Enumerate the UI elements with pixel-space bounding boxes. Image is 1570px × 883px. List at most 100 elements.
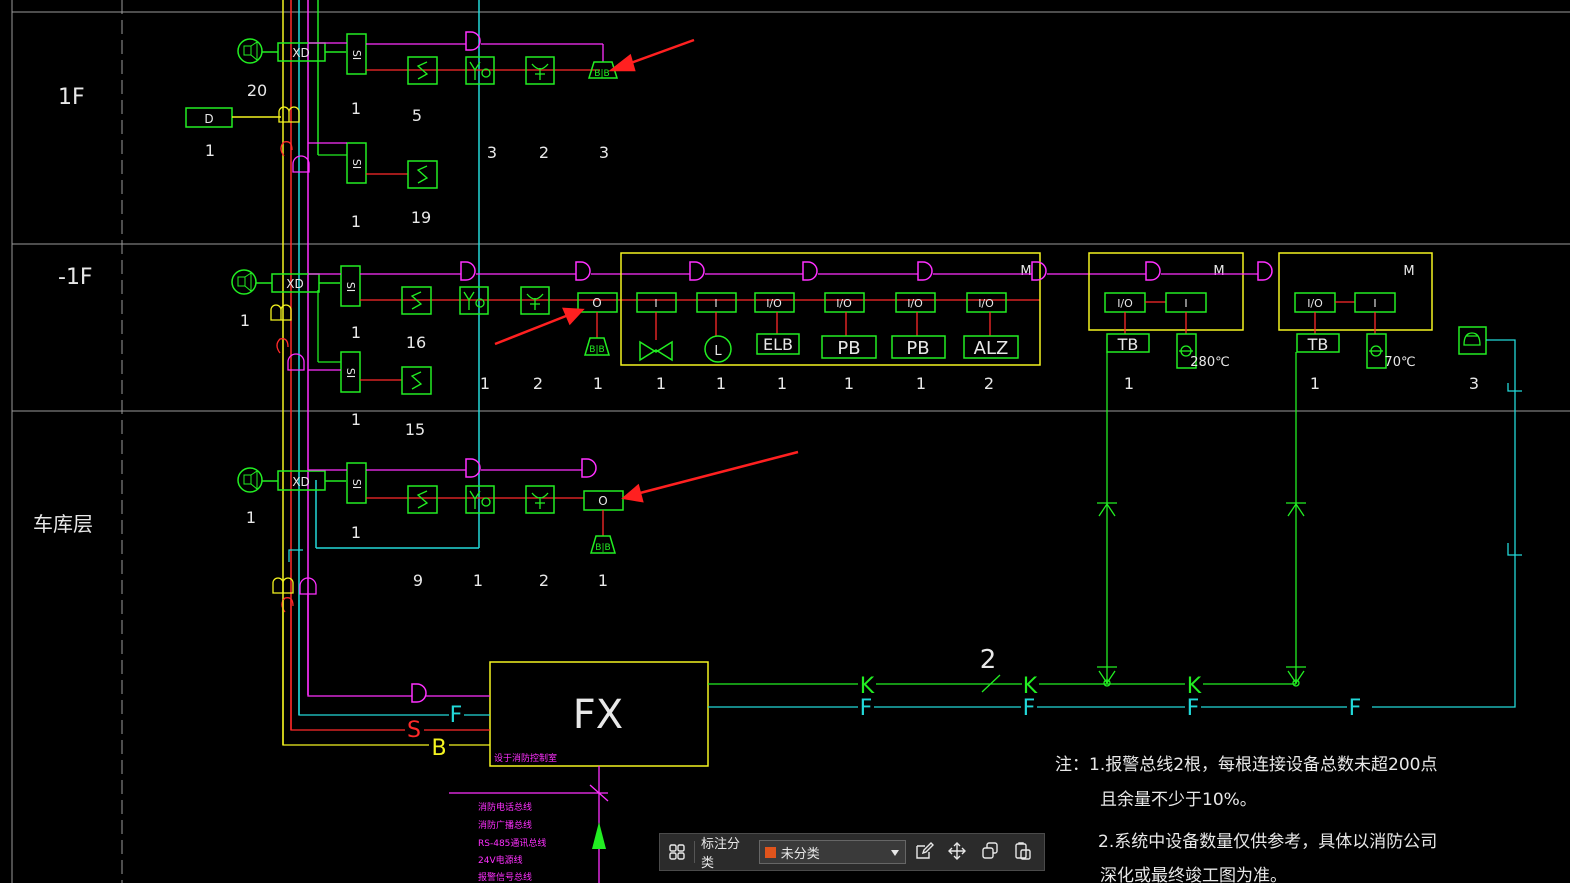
pump2-count: 1 [1310,374,1320,393]
io-module-label: I [714,297,717,310]
floor-label-1f: 1F [58,85,85,110]
module-count: 1 [844,374,854,393]
pump1-temp-label: 280℃ [1190,355,1229,370]
pump2-m-label: M [1403,264,1414,279]
edit-button[interactable] [909,837,939,867]
edit-icon [914,841,935,864]
fx-label: FX [573,692,623,738]
count-si-a-1f: 1 [351,99,361,118]
bus-b-label: B [431,736,446,761]
pump2-io-label: I/O [1307,297,1323,310]
f-label: F [1187,696,1200,721]
pump2-temp-label: 70℃ [1384,355,1415,370]
module-m-label: M [1020,264,1031,279]
o-module-label: O [592,296,601,310]
si-label: SI [350,479,363,489]
count-si-a-b1: 1 [351,323,361,342]
module-count: 1 [716,374,726,393]
toolbar-divider [693,841,695,863]
legend-item: RS-485通讯总线 [478,837,546,849]
pump1-tb-label: TB [1117,335,1139,354]
copy-icon [980,841,1000,864]
si-label: SI [344,368,357,378]
count-s-b-b1: 15 [405,420,425,439]
note-line: 深化或最终竣工图为准。 [1100,866,1287,883]
count-smoke-garage: 1 [473,571,483,590]
count-hydrant-1f: 3 [599,143,609,162]
io-module-label: I/O [907,297,923,310]
count-s-a-b1: 16 [406,333,426,352]
count-si-b-b1: 1 [351,410,361,429]
count-o-b1: 1 [593,374,603,393]
note-line: 2.系统中设备数量仅供参考，具体以消防公司 [1098,832,1437,852]
io-module-label: I/O [836,297,852,310]
device-label: ELB [763,335,793,354]
count-manual-garage: 2 [539,571,549,590]
count-si-garage: 1 [351,523,361,542]
svg-text:B|B: B|B [595,543,610,553]
svg-text:B|B: B|B [594,69,609,79]
count-smoke-b1: 1 [480,374,490,393]
bus-f-label: F [450,703,463,728]
o-module-label: O [598,494,607,508]
module-count: 1 [656,374,666,393]
count-speaker-garage: 1 [246,508,256,527]
io-module-label: I/O [766,297,782,310]
pump2-i-label: I [1373,297,1376,310]
paste-icon [1013,841,1033,864]
note-line: 注：1.报警总线2根，每根连接设备总数未超200点 [1055,755,1437,775]
legend-item: 报警信号总线 [478,871,532,883]
f-label: F [1349,696,1362,721]
count-speaker-1f: 20 [247,81,267,100]
canvas-background [0,0,1570,883]
xd-label: XD [286,277,303,291]
pump1-m-label: M [1213,264,1224,279]
count-s-garage: 9 [413,571,423,590]
count-si-b-1f: 1 [351,212,361,231]
svg-text:B|B: B|B [589,345,604,355]
count-speaker-b1: 1 [240,311,250,330]
f-label: F [860,696,873,721]
floor-label-garage: 车库层 [33,512,93,536]
device-label: PB [906,338,929,359]
module-count: 2 [984,374,994,393]
legend-item: 消防电话总线 [478,801,532,813]
si-label: SI [350,159,363,169]
category-select[interactable]: 未分类 [758,840,907,864]
count-d-1f: 1 [205,141,215,160]
category-value: 未分类 [780,845,820,861]
cad-drawing-canvas[interactable]: 1F -1F 车库层 XD 20 D 1 SI 1 5 3 2 B|B 3 SI… [0,0,1570,883]
count-s-b-1f: 19 [411,208,431,227]
grid-icon[interactable] [666,841,688,863]
phone-count: 3 [1469,374,1479,393]
category-color-swatch [764,846,776,858]
count-manual-b1: 2 [533,374,543,393]
f-label: F [1023,696,1036,721]
move-icon [947,841,967,864]
category-label: 标注分类 [700,836,740,870]
count-manual-1f: 2 [539,143,549,162]
module-count: 1 [777,374,787,393]
count-o-garage: 1 [598,571,608,590]
pump1-io-label: I/O [1117,297,1133,310]
paste-button[interactable] [1008,837,1038,867]
count-s-a-1f: 5 [412,106,422,125]
legend-item: 24V电源线 [478,854,523,866]
annotation-toolbar: 标注分类 未分类 [659,833,1045,871]
wire-count-label: 2 [980,645,997,675]
xd-label: XD [292,46,309,60]
note-line: 且余量不少于10%。 [1100,790,1257,810]
pump1-i-label: I [1184,297,1187,310]
floor-label-b1: -1F [58,265,93,290]
xd-label: XD [292,475,309,489]
device-label: PB [837,338,860,359]
chevron-down-icon [890,845,900,860]
d-box-label: D [204,112,213,126]
device-label: L [714,344,722,359]
module-count: 1 [916,374,926,393]
move-button[interactable] [942,837,972,867]
device-label: ALZ [974,338,1009,359]
fx-sublabel: 设于消防控制室 [494,752,557,764]
io-module-label: I/O [978,297,994,310]
copy-button[interactable] [975,837,1005,867]
